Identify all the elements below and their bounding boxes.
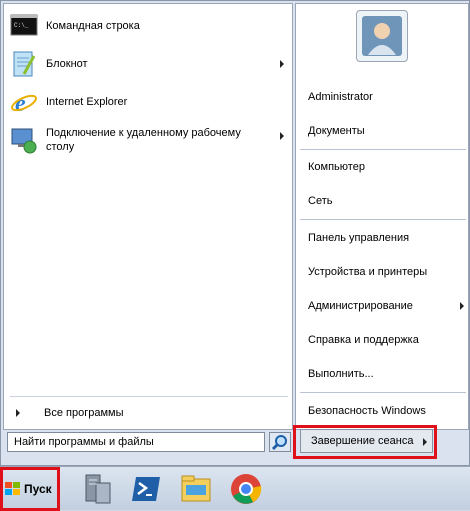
program-notepad[interactable]: Блокнот (10, 50, 288, 78)
powershell-icon[interactable] (128, 471, 164, 507)
programs-pane: C:\_ Командная строка Блокнот e Internet… (3, 3, 293, 430)
highlight-box-shutdown (293, 425, 437, 459)
places-pane: Administrator Документы Компьютер Сеть П… (295, 3, 469, 430)
search-icon (271, 435, 287, 451)
submenu-arrow-icon (280, 60, 284, 68)
all-programs-label: Все программы (44, 407, 124, 419)
link-documents[interactable]: Документы (308, 124, 466, 138)
program-label: Подключение к удаленному рабочему столу (46, 127, 241, 153)
divider (300, 392, 466, 393)
program-internet-explorer[interactable]: e Internet Explorer (10, 88, 288, 117)
link-administrator[interactable]: Administrator (308, 90, 466, 104)
divider (300, 219, 466, 220)
all-programs-button[interactable]: Все программы (10, 406, 288, 420)
link-computer[interactable]: Компьютер (308, 160, 466, 174)
link-windows-security[interactable]: Безопасность Windows (308, 404, 466, 418)
search-button[interactable] (269, 432, 291, 452)
link-help-support[interactable]: Справка и поддержка (308, 333, 466, 347)
submenu-arrow-icon (280, 132, 284, 140)
link-network[interactable]: Сеть (308, 194, 466, 208)
user-avatar[interactable] (356, 10, 408, 62)
search-input[interactable]: Найти программы и файлы (7, 432, 265, 452)
program-label: Командная строка (46, 20, 140, 32)
program-label: Блокнот (46, 58, 88, 70)
chrome-icon[interactable] (228, 471, 264, 507)
divider (300, 149, 466, 150)
file-explorer-icon[interactable] (178, 471, 214, 507)
link-run[interactable]: Выполнить... (308, 367, 466, 381)
highlight-box-start (0, 467, 60, 511)
internet-explorer-icon: e (10, 88, 38, 117)
notepad-icon (10, 50, 38, 78)
taskbar: Пуск (0, 466, 470, 511)
submenu-arrow-icon (460, 302, 464, 310)
user-icon (362, 16, 402, 56)
link-control-panel[interactable]: Панель управления (308, 231, 466, 245)
program-remote-desktop[interactable]: Подключение к удаленному рабочему столу (10, 126, 288, 154)
svg-text:C:\_: C:\_ (14, 22, 29, 29)
svg-text:e: e (15, 91, 26, 116)
start-menu: C:\_ Командная строка Блокнот e Internet… (0, 0, 470, 466)
expand-arrow-icon (16, 409, 20, 417)
divider (10, 396, 288, 397)
server-manager-icon[interactable] (78, 471, 114, 507)
program-label: Internet Explorer (46, 96, 128, 108)
link-administrative-tools[interactable]: Администрирование (308, 299, 466, 313)
program-cmd[interactable]: C:\_ Командная строка (10, 12, 288, 40)
remote-desktop-icon (10, 126, 38, 154)
cmd-icon: C:\_ (10, 12, 38, 40)
link-devices-printers[interactable]: Устройства и принтеры (308, 265, 466, 279)
